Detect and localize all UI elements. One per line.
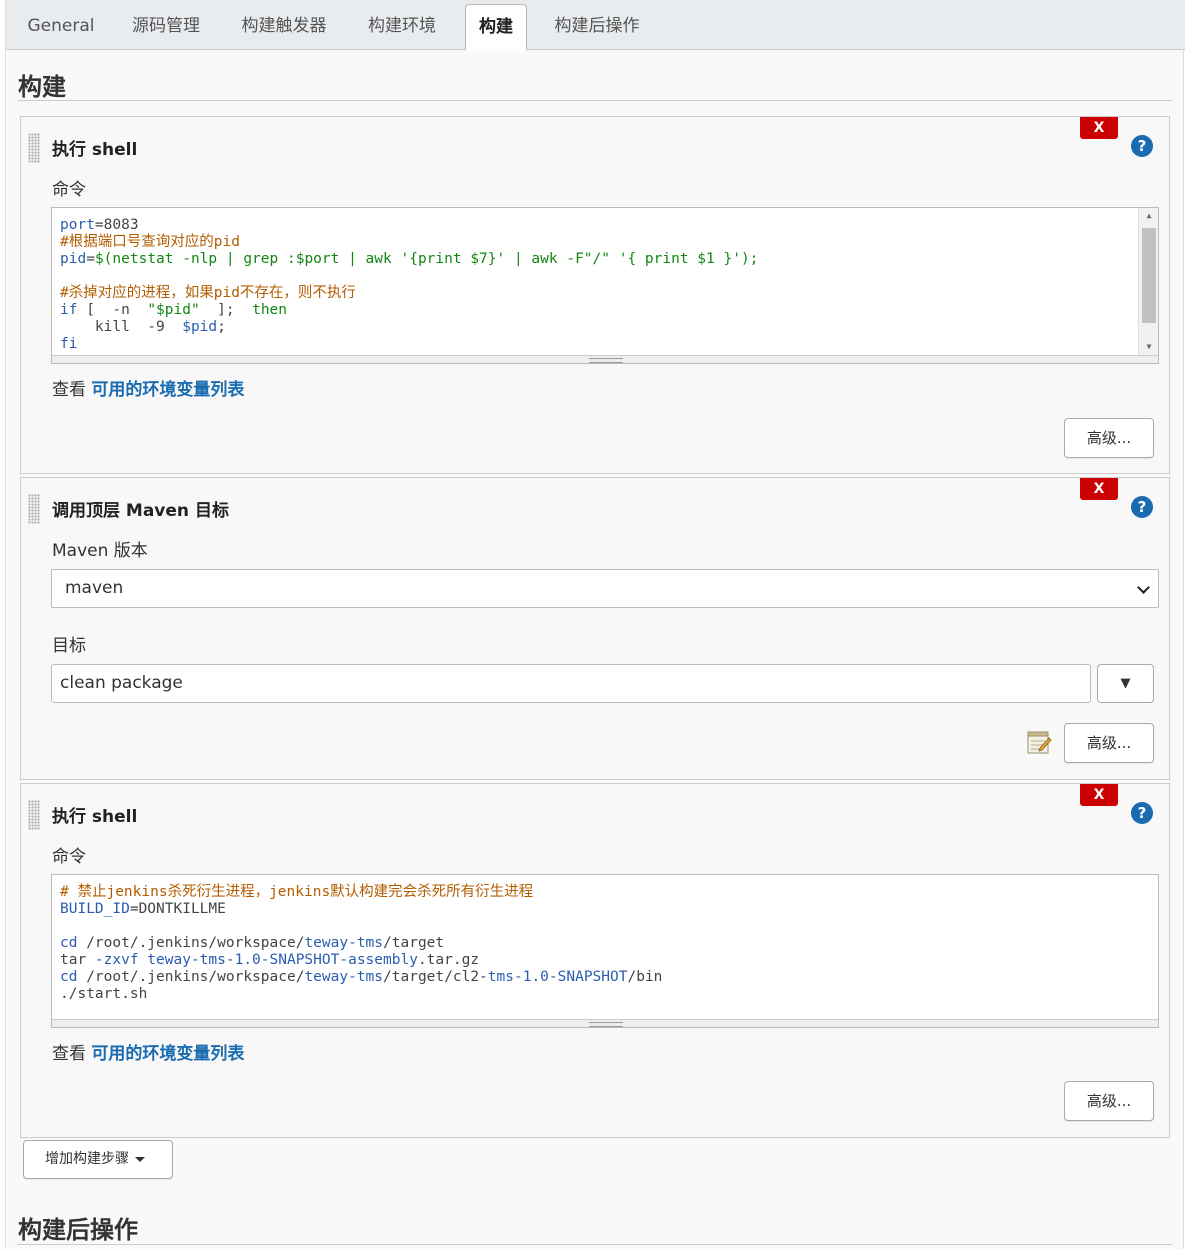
add-build-step-button[interactable]: 增加构建步骤	[23, 1140, 173, 1179]
env-prefix: 查看	[52, 1044, 86, 1064]
code-line: if [ -n "$pid" ]; then	[60, 302, 288, 318]
goals-expand-button[interactable]: ▼	[1097, 664, 1154, 703]
notepad-edit-icon[interactable]	[1026, 730, 1052, 756]
chevron-down-icon	[1137, 581, 1150, 594]
tab-scm[interactable]: 源码管理	[119, 4, 213, 50]
editor-scrollbar[interactable]: ▲ ▼	[1138, 208, 1158, 355]
code-line: #杀掉对应的进程，如果pid不存在，则不执行	[60, 285, 356, 301]
command-editor[interactable]: # 禁止jenkins杀死衍生进程，jenkins默认构建完会杀死所有衍生进程 …	[51, 874, 1159, 1028]
section-title-build: 构建	[18, 73, 66, 101]
advanced-button[interactable]: 高级...	[1064, 418, 1154, 458]
command-label: 命令	[52, 847, 86, 867]
drag-grip-icon[interactable]	[28, 494, 40, 524]
step-title: 执行 shell	[52, 807, 138, 827]
resize-handle[interactable]	[52, 355, 1158, 363]
build-step-shell-2: 执行 shell X ? 命令 # 禁止jenkins杀死衍生进程，jenkin…	[20, 783, 1170, 1138]
help-question-icon[interactable]: ?	[1131, 802, 1153, 824]
section-divider	[18, 100, 1172, 101]
env-vars-link[interactable]: 可用的环境变量列表	[91, 1044, 244, 1064]
maven-version-value: maven	[65, 578, 124, 598]
build-step-maven: 调用顶层 Maven 目标 X ? Maven 版本 maven 目标 clea…	[20, 477, 1170, 780]
drag-grip-icon[interactable]	[28, 800, 40, 830]
code-line: cd /root/.jenkins/workspace/teway-tms/ta…	[60, 969, 663, 985]
code-line: tar -zxvf teway-tms-1.0-SNAPSHOT-assembl…	[60, 952, 480, 968]
job-config-page: General 源码管理 构建触发器 构建环境 构建 构建后操作 构建 执行 s…	[5, 0, 1185, 1249]
env-vars-line: 查看 可用的环境变量列表	[52, 375, 244, 400]
command-editor[interactable]: port=8083 #根据端口号查询对应的pid pid=$(netstat -…	[51, 207, 1159, 364]
config-tabs: General 源码管理 构建触发器 构建环境 构建 构建后操作	[6, 0, 1185, 51]
env-vars-link[interactable]: 可用的环境变量列表	[91, 380, 244, 400]
step-title: 调用顶层 Maven 目标	[52, 501, 229, 521]
section-title-post-build: 构建后操作	[18, 1216, 138, 1244]
help-question-icon[interactable]: ?	[1131, 496, 1153, 518]
tab-build[interactable]: 构建	[465, 4, 527, 51]
code-line: BUILD_ID=DONTKILLME	[60, 901, 226, 917]
build-step-shell-1: 执行 shell X ? 命令 port=8083 #根据端口号查询对应的pid…	[20, 116, 1170, 474]
scroll-thumb[interactable]	[1142, 228, 1156, 323]
caret-down-icon	[135, 1156, 145, 1162]
drag-grip-icon[interactable]	[28, 133, 40, 163]
tab-build-env[interactable]: 构建环境	[355, 4, 449, 50]
code-line: pid=$(netstat -nlp | grep :$port | awk '…	[60, 251, 759, 267]
code-line: #根据端口号查询对应的pid	[60, 234, 240, 250]
maven-version-select[interactable]: maven	[51, 569, 1159, 608]
command-label: 命令	[52, 180, 86, 200]
scroll-up-icon[interactable]: ▲	[1139, 208, 1158, 224]
code-line: port=8083	[60, 217, 139, 233]
tab-general[interactable]: General	[20, 4, 102, 50]
tab-post-build[interactable]: 构建后操作	[541, 4, 653, 50]
code-line: fi	[60, 336, 78, 352]
goals-input[interactable]: clean package	[51, 664, 1091, 703]
goals-label: 目标	[52, 636, 86, 656]
tab-build-triggers[interactable]: 构建触发器	[228, 4, 340, 50]
advanced-button[interactable]: 高级...	[1064, 1081, 1154, 1121]
code-line: cd /root/.jenkins/workspace/teway-tms/ta…	[60, 935, 445, 951]
env-prefix: 查看	[52, 380, 86, 400]
advanced-button[interactable]: 高级...	[1064, 723, 1154, 763]
code-line: ./start.sh	[60, 986, 148, 1002]
code-line: kill -9 $pid;	[60, 319, 226, 335]
resize-handle[interactable]	[52, 1019, 1158, 1027]
section-divider	[18, 1244, 1172, 1245]
help-question-icon[interactable]: ?	[1131, 135, 1153, 157]
delete-step-button[interactable]: X	[1080, 117, 1118, 139]
delete-step-button[interactable]: X	[1080, 784, 1118, 806]
scroll-down-icon[interactable]: ▼	[1139, 339, 1158, 355]
step-title: 执行 shell	[52, 140, 138, 160]
maven-version-label: Maven 版本	[52, 541, 148, 561]
add-build-step-label: 增加构建步骤	[45, 1151, 129, 1167]
code-line: # 禁止jenkins杀死衍生进程，jenkins默认构建完会杀死所有衍生进程	[60, 884, 534, 900]
env-vars-line: 查看 可用的环境变量列表	[52, 1039, 244, 1064]
delete-step-button[interactable]: X	[1080, 478, 1118, 500]
